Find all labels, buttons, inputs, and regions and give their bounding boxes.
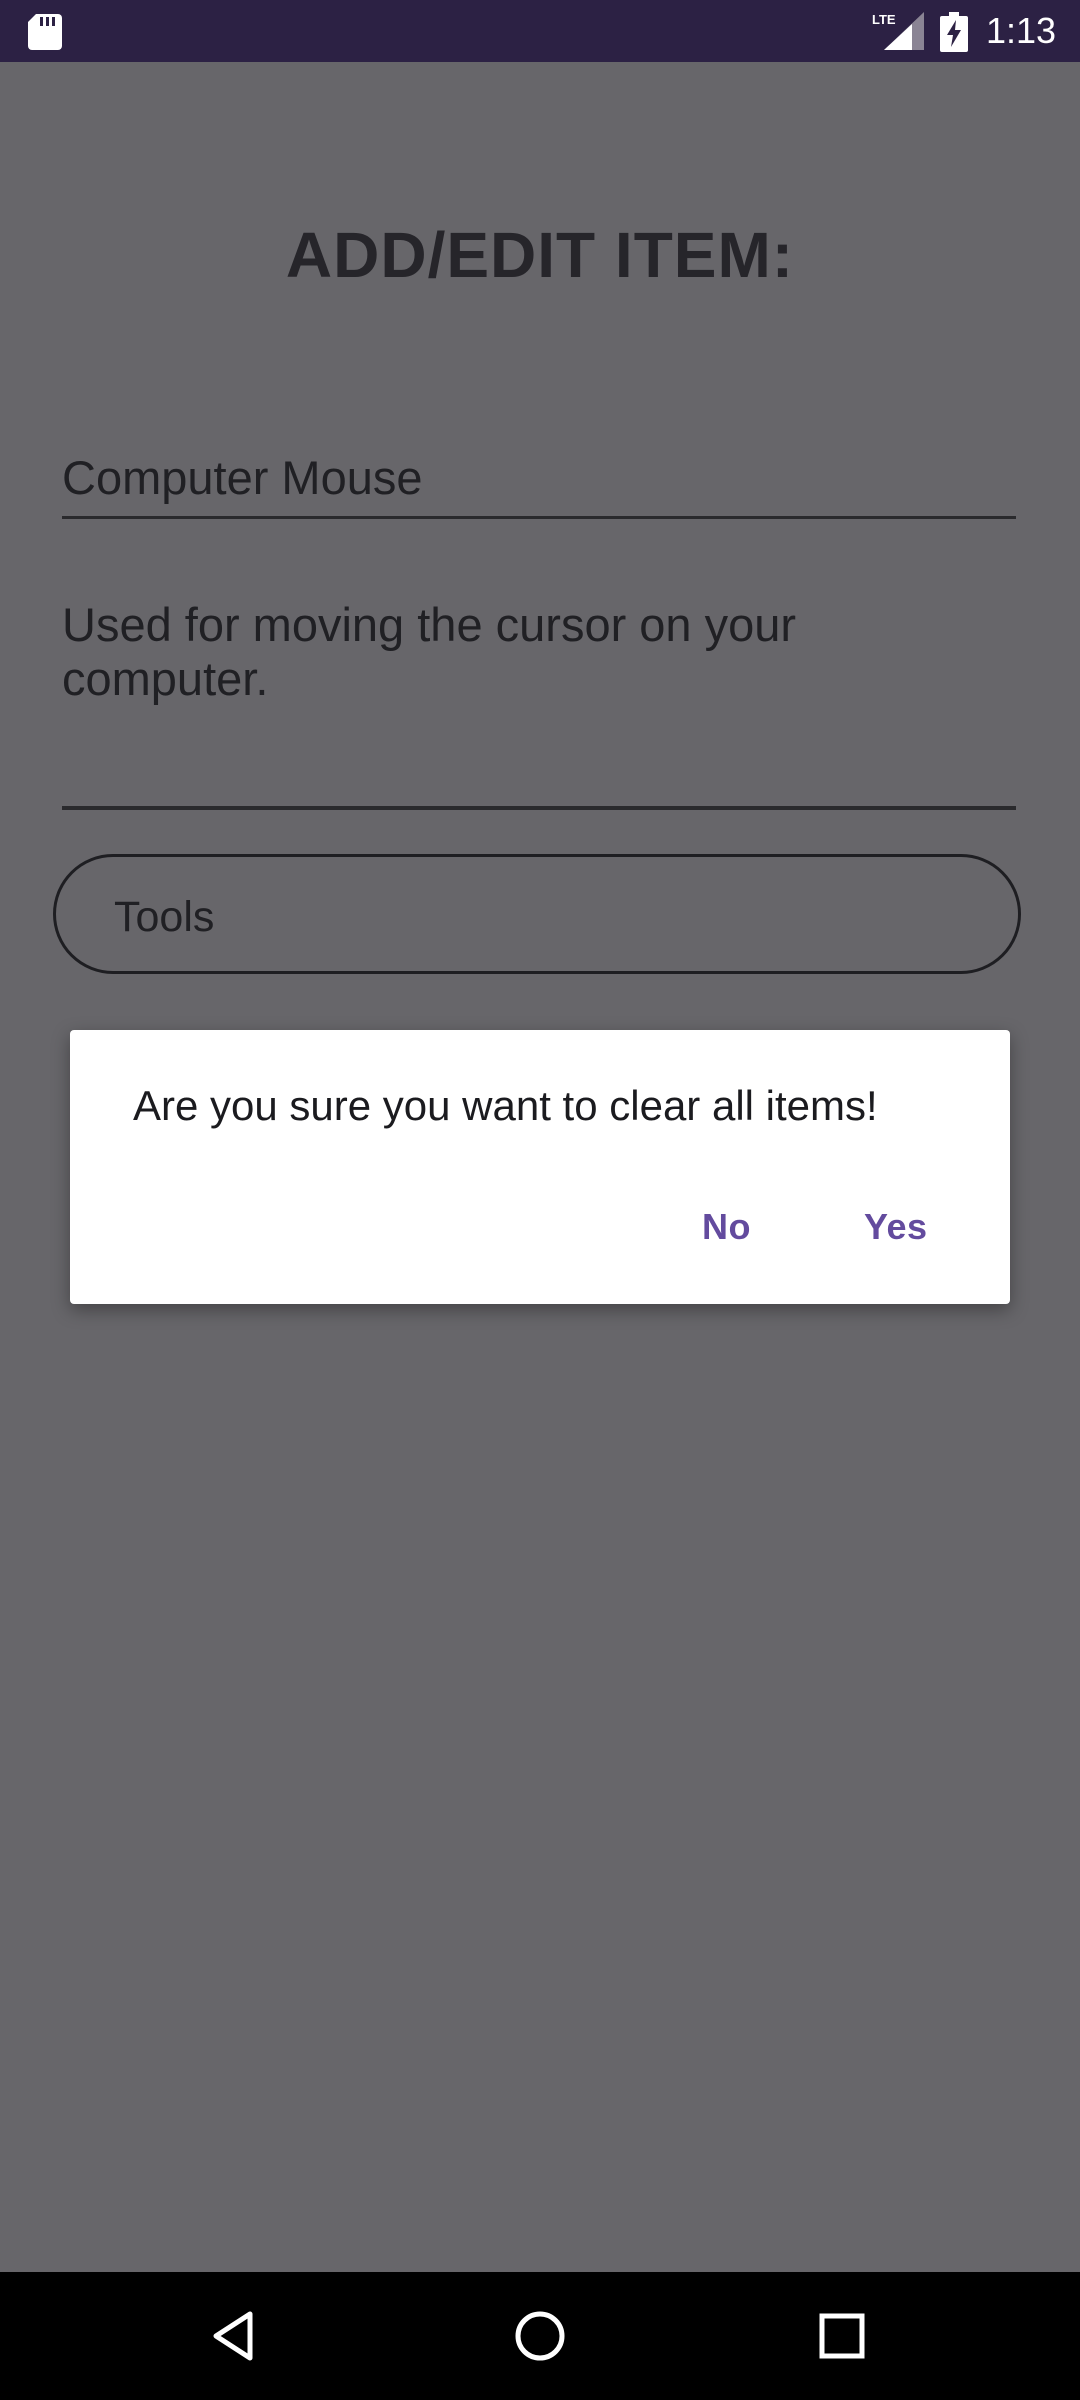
item-name-input[interactable]: Computer Mouse xyxy=(62,410,1016,519)
status-bar: LTE 1:13 xyxy=(0,0,1080,62)
dialog-no-button[interactable]: No xyxy=(702,1206,751,1248)
battery-charging-icon xyxy=(940,12,968,52)
recents-icon[interactable] xyxy=(812,2306,872,2366)
item-name-value: Computer Mouse xyxy=(62,451,423,504)
dialog-yes-button[interactable]: Yes xyxy=(864,1206,928,1248)
item-description-value: Used for moving the cursor on your compu… xyxy=(62,598,797,705)
confirm-clear-dialog: Are you sure you want to clear all items… xyxy=(70,1030,1010,1304)
status-time: 1:13 xyxy=(986,10,1057,51)
back-icon[interactable] xyxy=(206,2306,266,2366)
category-dropdown[interactable]: Tools xyxy=(53,854,1021,974)
sd-card-icon xyxy=(28,14,62,50)
navigation-bar xyxy=(0,2272,1080,2400)
item-description-input[interactable]: Used for moving the cursor on your compu… xyxy=(62,580,1016,810)
network-type-label: LTE xyxy=(872,12,896,27)
dialog-message: Are you sure you want to clear all items… xyxy=(133,1082,878,1129)
page-title: ADD/EDIT ITEM: xyxy=(285,219,795,291)
category-selected-value: Tools xyxy=(114,893,215,941)
home-icon[interactable] xyxy=(510,2306,570,2366)
lte-signal-icon: LTE xyxy=(872,12,924,50)
